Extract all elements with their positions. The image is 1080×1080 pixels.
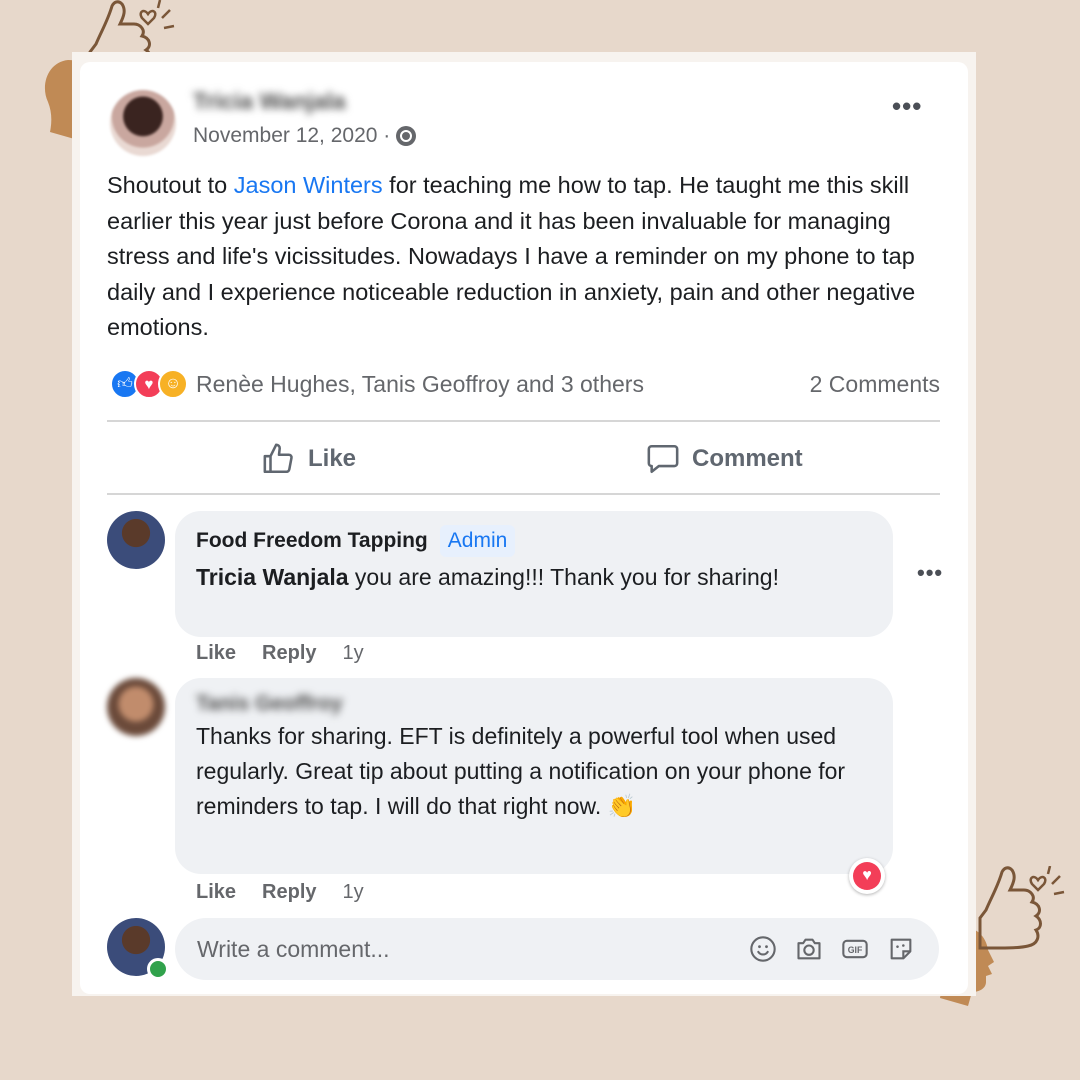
comment-2-like-link[interactable]: Like bbox=[196, 881, 236, 904]
post-date-text: November 12, 2020 · bbox=[193, 124, 391, 147]
post-text-start: Shoutout to bbox=[107, 172, 234, 198]
post-author-avatar[interactable] bbox=[110, 90, 176, 156]
admin-badge: Admin bbox=[439, 525, 516, 557]
comment-1-reply-link[interactable]: Reply bbox=[262, 642, 316, 665]
reactions-bar: 👍︎ ♥ ☺ Renèe Hughes, Tanis Geoffroy and … bbox=[110, 366, 940, 402]
commenter-avatar-2[interactable] bbox=[107, 678, 165, 736]
comment-reaction-badge[interactable]: ♥ bbox=[849, 858, 885, 894]
comment-meta-1: Like Reply 1y bbox=[196, 642, 364, 665]
comment-composer: Write a comment... GIF bbox=[107, 918, 940, 980]
comment-button-label: Comment bbox=[692, 445, 803, 472]
comment-author-1[interactable]: Food Freedom Tapping bbox=[196, 529, 428, 553]
comment-input-placeholder: Write a comment... bbox=[197, 935, 390, 962]
post-author-name[interactable]: Tricia Wanjala bbox=[193, 88, 346, 115]
comment-meta-2: Like Reply 1y bbox=[196, 881, 364, 904]
post-body: Shoutout to Jason Winters for teaching m… bbox=[107, 168, 937, 346]
like-button-label: Like bbox=[308, 445, 357, 472]
heart-icon: ♥ bbox=[853, 862, 881, 890]
post-date[interactable]: November 12, 2020 · bbox=[193, 124, 417, 148]
thumbs-up-icon bbox=[263, 443, 293, 474]
comments-count[interactable]: 2 Comments bbox=[810, 371, 940, 398]
facebook-post-card: Tricia Wanjala November 12, 2020 · ••• S… bbox=[80, 62, 968, 994]
divider-top bbox=[107, 420, 940, 422]
commenter-avatar-1[interactable] bbox=[107, 511, 165, 569]
comment-input[interactable]: Write a comment... GIF bbox=[175, 918, 939, 980]
comment-more-options-icon[interactable]: ••• bbox=[917, 562, 943, 584]
online-status-dot bbox=[147, 958, 169, 980]
sticker-icon[interactable] bbox=[885, 933, 917, 965]
camera-icon[interactable] bbox=[793, 933, 825, 965]
reactions-summary[interactable]: Renèe Hughes, Tanis Geoffroy and 3 other… bbox=[196, 371, 644, 398]
comment-body-2: Thanks for sharing. EFT is definitely a … bbox=[196, 723, 846, 819]
comment-author-line-1: Food Freedom Tapping Admin bbox=[196, 525, 871, 557]
comment-2-reply-link[interactable]: Reply bbox=[262, 881, 316, 904]
comment-bubble-icon bbox=[647, 444, 679, 474]
comment-author-2[interactable]: Tanis Geoffroy bbox=[196, 692, 871, 716]
like-button[interactable]: Like bbox=[262, 434, 356, 484]
gif-icon[interactable]: GIF bbox=[839, 933, 871, 965]
globe-icon bbox=[396, 126, 417, 146]
divider-bottom bbox=[107, 493, 940, 495]
comment-body-1: you are amazing!!! Thank you for sharing… bbox=[348, 564, 779, 590]
comment-2-age[interactable]: 1y bbox=[343, 881, 364, 904]
post-mention-link[interactable]: Jason Winters bbox=[234, 172, 383, 198]
reaction-icons[interactable]: 👍︎ ♥ ☺ bbox=[110, 369, 188, 399]
emoji-icon[interactable] bbox=[747, 933, 779, 965]
svg-text:GIF: GIF bbox=[848, 945, 863, 955]
comment-text-1: Tricia Wanjala you are amazing!!! Thank … bbox=[196, 560, 871, 595]
post-more-options-icon[interactable]: ••• bbox=[892, 93, 922, 119]
comment-button[interactable]: Comment bbox=[646, 434, 803, 484]
care-reaction-icon: ☺ bbox=[158, 369, 188, 399]
comment-1-like-link[interactable]: Like bbox=[196, 642, 236, 665]
comment-1-age[interactable]: 1y bbox=[343, 642, 364, 665]
comment-mention-1[interactable]: Tricia Wanjala bbox=[196, 564, 349, 590]
comment-1: Food Freedom Tapping Admin Tricia Wanjal… bbox=[107, 511, 967, 669]
comment-2: Tanis Geoffroy Thanks for sharing. EFT i… bbox=[107, 678, 967, 908]
comment-bubble-1: Food Freedom Tapping Admin Tricia Wanjal… bbox=[175, 511, 893, 637]
composer-tools: GIF bbox=[747, 933, 917, 965]
comment-bubble-2: Tanis Geoffroy Thanks for sharing. EFT i… bbox=[175, 678, 893, 874]
